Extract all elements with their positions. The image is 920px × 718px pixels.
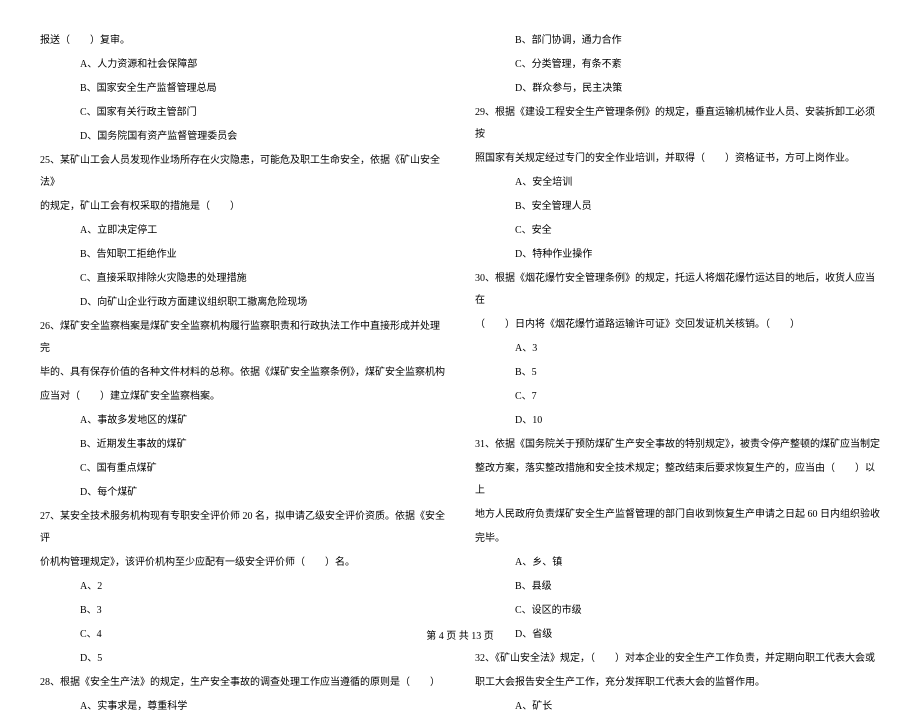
option-a: A、安全培训: [475, 172, 880, 194]
right-column: B、部门协调，通力合作 C、分类管理，有条不紊 D、群众参与，民主决策 29、根…: [475, 30, 880, 620]
left-column: 报送（ ）复审。 A、人力资源和社会保障部 B、国家安全生产监督管理总局 C、国…: [40, 30, 445, 620]
option-d: D、向矿山企业行政方面建议组织职工撤离危险现场: [40, 292, 445, 314]
option-d: D、群众参与，民主决策: [475, 78, 880, 100]
option-d: D、10: [475, 410, 880, 432]
question-25: 25、某矿山工会人员发现作业场所存在火灾隐患，可能危及职工生命安全，依据《矿山安…: [40, 150, 445, 194]
question-32-cont: 职工大会报告安全生产工作，充分发挥职工代表大会的监督作用。: [475, 672, 880, 694]
option-a: A、乡、镇: [475, 552, 880, 574]
option-d: D、5: [40, 648, 445, 670]
option-a: A、实事求是，尊重科学: [40, 696, 445, 718]
page-footer: 第 4 页 共 13 页: [0, 627, 920, 642]
question-26: 26、煤矿安全监察档案是煤矿安全监察机构履行监察职责和行政执法工作中直接形成并处…: [40, 316, 445, 360]
question-26-cont: 毕的、具有保存价值的各种文件材料的总称。依据《煤矿安全监察条例》，煤矿安全监察机…: [40, 362, 445, 384]
option-b: B、部门协调，通力合作: [475, 30, 880, 52]
question-29-cont: 照国家有关规定经过专门的安全作业培训，并取得（ ）资格证书，方可上岗作业。: [475, 148, 880, 170]
option-d: D、每个煤矿: [40, 482, 445, 504]
question-32: 32、《矿山安全法》规定，（ ）对本企业的安全生产工作负责，并定期向职工代表大会…: [475, 648, 880, 670]
option-a: A、人力资源和社会保障部: [40, 54, 445, 76]
option-b: B、5: [475, 362, 880, 384]
option-d: D、特种作业操作: [475, 244, 880, 266]
option-c: C、国家有关行政主管部门: [40, 102, 445, 124]
option-a: A、矿长: [475, 696, 880, 718]
question-26-cont2: 应当对（ ）建立煤矿安全监察档案。: [40, 386, 445, 408]
question-27: 27、某安全技术服务机构现有专职安全评价师 20 名，拟申请乙级安全评价资质。依…: [40, 506, 445, 550]
question-30: 30、根据《烟花爆竹安全管理条例》的规定，托运人将烟花爆竹运达目的地后，收货人应…: [475, 268, 880, 312]
question-31-cont: 整改方案，落实整改措施和安全技术规定；整改结束后要求恢复生产的，应当由（ ）以上: [475, 458, 880, 502]
two-column-layout: 报送（ ）复审。 A、人力资源和社会保障部 B、国家安全生产监督管理总局 C、国…: [40, 30, 880, 620]
option-c: C、分类管理，有条不紊: [475, 54, 880, 76]
option-b: B、县级: [475, 576, 880, 598]
option-c: C、国有重点煤矿: [40, 458, 445, 480]
question-31-cont2: 地方人民政府负责煤矿安全生产监督管理的部门自收到恢复生产申请之日起 60 日内组…: [475, 504, 880, 526]
question-25-cont: 的规定，矿山工会有权采取的措施是（ ）: [40, 196, 445, 218]
question-30-cont: （ ）日内将《烟花爆竹道路运输许可证》交回发证机关核销。（ ）: [475, 314, 880, 336]
question-stem: 报送（ ）复审。: [40, 30, 445, 52]
question-31-cont3: 完毕。: [475, 528, 880, 550]
option-c: C、安全: [475, 220, 880, 242]
question-29: 29、根据《建设工程安全生产管理条例》的规定，垂直运输机械作业人员、安装拆卸工必…: [475, 102, 880, 146]
option-b: B、近期发生事故的煤矿: [40, 434, 445, 456]
option-a: A、事故多发地区的煤矿: [40, 410, 445, 432]
option-b: B、3: [40, 600, 445, 622]
option-c: C、设区的市级: [475, 600, 880, 622]
question-27-cont: 价机构管理规定》，该评价机构至少应配有一级安全评价师（ ）名。: [40, 552, 445, 574]
question-31: 31、依据《国务院关于预防煤矿生产安全事故的特别规定》，被责令停产整顿的煤矿应当…: [475, 434, 880, 456]
option-b: B、安全管理人员: [475, 196, 880, 218]
option-b: B、告知职工拒绝作业: [40, 244, 445, 266]
option-b: B、国家安全生产监督管理总局: [40, 78, 445, 100]
option-c: C、7: [475, 386, 880, 408]
option-a: A、2: [40, 576, 445, 598]
option-d: D、国务院国有资产监督管理委员会: [40, 126, 445, 148]
option-a: A、3: [475, 338, 880, 360]
option-a: A、立即决定停工: [40, 220, 445, 242]
option-c: C、直接采取排除火灾隐患的处理措施: [40, 268, 445, 290]
question-28: 28、根据《安全生产法》的规定，生产安全事故的调查处理工作应当遵循的原则是（ ）: [40, 672, 445, 694]
